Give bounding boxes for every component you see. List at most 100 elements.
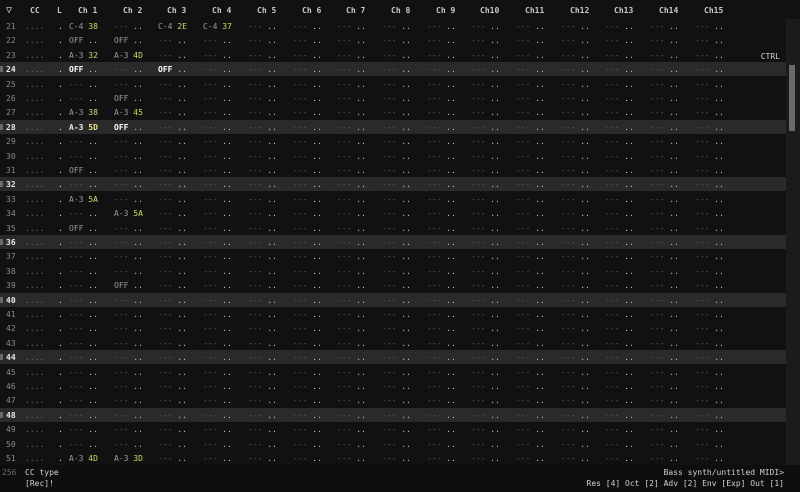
note-cell[interactable]: --- ..	[69, 411, 98, 420]
note-cell[interactable]: --- ..	[203, 123, 232, 132]
note-cell[interactable]: --- ..	[695, 94, 724, 103]
note-cell[interactable]: --- ..	[516, 296, 545, 305]
note-cell[interactable]: --- ..	[337, 382, 366, 391]
note-cell[interactable]: --- ..	[382, 310, 411, 319]
note-cell[interactable]: --- ..	[293, 238, 322, 247]
note-cell[interactable]: --- ..	[337, 195, 366, 204]
note-cell[interactable]: --- ..	[516, 22, 545, 31]
note-cell[interactable]: --- ..	[605, 382, 634, 391]
note-cell[interactable]: --- ..	[69, 281, 98, 290]
note-cell[interactable]: --- ..	[427, 252, 456, 261]
note-cell[interactable]: --- ..	[605, 65, 634, 74]
note-cell[interactable]: --- ..	[427, 267, 456, 276]
cc-cell[interactable]: ....	[25, 396, 44, 405]
note-cell[interactable]: --- ..	[203, 440, 232, 449]
column-header-channel[interactable]: Ch 7	[346, 6, 365, 15]
note-cell[interactable]: --- ..	[248, 108, 277, 117]
note-cell[interactable]: --- ..	[561, 296, 590, 305]
note-cell[interactable]: --- ..	[69, 180, 98, 189]
note-cell[interactable]: --- ..	[293, 80, 322, 89]
note-cell[interactable]: --- ..	[203, 36, 232, 45]
cc-cell[interactable]: ....	[25, 238, 44, 247]
note-cell[interactable]: --- ..	[382, 51, 411, 60]
note-cell[interactable]: --- ..	[427, 22, 456, 31]
note-cell[interactable]: --- ..	[382, 252, 411, 261]
note-cell[interactable]: --- ..	[561, 123, 590, 132]
note-cell[interactable]: --- ..	[471, 411, 500, 420]
note-cell[interactable]: --- ..	[114, 324, 143, 333]
note-cell[interactable]: --- ..	[695, 296, 724, 305]
note-cell[interactable]: --- ..	[158, 425, 187, 434]
note-cell[interactable]: OFF ..	[69, 224, 98, 233]
note-cell[interactable]: --- ..	[605, 339, 634, 348]
note-cell[interactable]: --- ..	[203, 137, 232, 146]
note-cell[interactable]: --- ..	[605, 152, 634, 161]
cc-cell[interactable]: ....	[25, 94, 44, 103]
note-cell[interactable]: --- ..	[293, 195, 322, 204]
note-cell[interactable]: --- ..	[427, 108, 456, 117]
note-cell[interactable]: --- ..	[337, 36, 366, 45]
note-cell[interactable]: --- ..	[516, 51, 545, 60]
note-cell[interactable]: --- ..	[650, 36, 679, 45]
note-cell[interactable]: --- ..	[427, 224, 456, 233]
note-cell[interactable]: --- ..	[158, 454, 187, 463]
note-cell[interactable]: --- ..	[471, 123, 500, 132]
note-cell[interactable]: --- ..	[248, 137, 277, 146]
cc-cell[interactable]: ....	[25, 166, 44, 175]
note-cell[interactable]: --- ..	[158, 368, 187, 377]
note-cell[interactable]: --- ..	[248, 382, 277, 391]
note-cell[interactable]: --- ..	[471, 425, 500, 434]
note-cell[interactable]: --- ..	[561, 22, 590, 31]
note-cell[interactable]: --- ..	[605, 224, 634, 233]
note-cell[interactable]: --- ..	[293, 368, 322, 377]
note-cell[interactable]: --- ..	[114, 382, 143, 391]
note-cell[interactable]: --- ..	[203, 339, 232, 348]
note-cell[interactable]: --- ..	[650, 123, 679, 132]
column-header-channel[interactable]: Ch15	[704, 6, 723, 15]
note-cell[interactable]: --- ..	[471, 22, 500, 31]
note-cell[interactable]: --- ..	[382, 65, 411, 74]
note-cell[interactable]: --- ..	[203, 411, 232, 420]
note-cell[interactable]: --- ..	[158, 382, 187, 391]
note-cell[interactable]: OFF ..	[69, 36, 98, 45]
note-cell[interactable]: --- ..	[248, 65, 277, 74]
note-cell[interactable]: --- ..	[605, 180, 634, 189]
cc-cell[interactable]: ....	[25, 440, 44, 449]
note-cell[interactable]: --- ..	[695, 152, 724, 161]
note-cell[interactable]: --- ..	[561, 339, 590, 348]
note-cell[interactable]: --- ..	[695, 224, 724, 233]
note-cell[interactable]: --- ..	[427, 152, 456, 161]
note-cell[interactable]: --- ..	[382, 195, 411, 204]
note-cell[interactable]: --- ..	[382, 267, 411, 276]
note-cell[interactable]: --- ..	[337, 353, 366, 362]
note-cell[interactable]: --- ..	[114, 353, 143, 362]
note-cell[interactable]: --- ..	[650, 94, 679, 103]
note-cell[interactable]: A-3 4D	[114, 51, 143, 60]
note-cell[interactable]: --- ..	[516, 281, 545, 290]
note-cell[interactable]: --- ..	[695, 238, 724, 247]
note-cell[interactable]: --- ..	[516, 195, 545, 204]
note-cell[interactable]: --- ..	[650, 339, 679, 348]
note-cell[interactable]: --- ..	[561, 353, 590, 362]
note-cell[interactable]: --- ..	[561, 252, 590, 261]
pattern-row[interactable]: 21..... C-4 38 --- .. C-4 2E C-4 37 --- .. ---…	[0, 19, 786, 33]
pattern-row[interactable]: 45..... --- .. --- .. --- .. --- .. --- .. ---…	[0, 365, 786, 379]
note-cell[interactable]: --- ..	[427, 454, 456, 463]
note-cell[interactable]: --- ..	[382, 80, 411, 89]
note-cell[interactable]: --- ..	[427, 209, 456, 218]
note-cell[interactable]: --- ..	[203, 80, 232, 89]
note-cell[interactable]: --- ..	[605, 137, 634, 146]
note-cell[interactable]: --- ..	[158, 252, 187, 261]
note-cell[interactable]: --- ..	[293, 209, 322, 218]
note-cell[interactable]: --- ..	[69, 324, 98, 333]
note-cell[interactable]: A-3 38	[69, 108, 98, 117]
note-cell[interactable]: --- ..	[248, 238, 277, 247]
note-cell[interactable]: --- ..	[605, 454, 634, 463]
note-cell[interactable]: --- ..	[695, 368, 724, 377]
note-cell[interactable]: --- ..	[293, 267, 322, 276]
note-cell[interactable]: --- ..	[695, 51, 724, 60]
cc-cell[interactable]: ....	[25, 209, 44, 218]
note-cell[interactable]: --- ..	[471, 252, 500, 261]
note-cell[interactable]: --- ..	[158, 296, 187, 305]
note-cell[interactable]: --- ..	[248, 180, 277, 189]
